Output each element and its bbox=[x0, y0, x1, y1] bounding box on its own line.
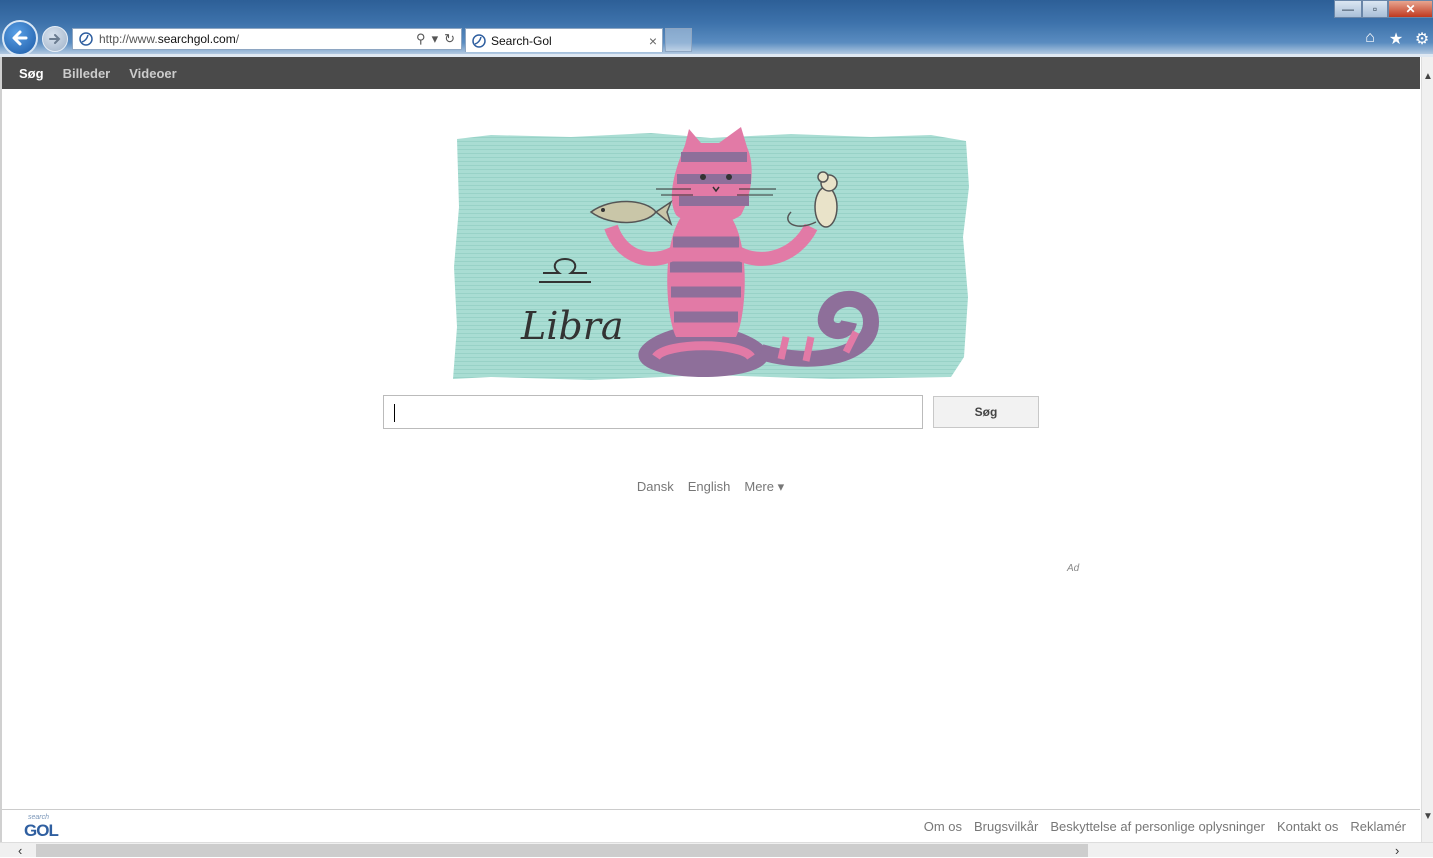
horizontal-scrollbar[interactable]: ‹ › bbox=[0, 842, 1433, 858]
address-bar[interactable]: http://www.searchgol.com/ ⚲ ▾ ↻ bbox=[72, 28, 462, 50]
searchgol-logo[interactable]: search GOL bbox=[24, 814, 66, 840]
scroll-thumb[interactable] bbox=[36, 844, 1088, 857]
scroll-down-icon[interactable]: ▼ bbox=[1422, 811, 1433, 822]
ad-label: Ad bbox=[1067, 563, 1080, 574]
tab-favicon-icon bbox=[472, 33, 486, 48]
maximize-button[interactable]: ▫ bbox=[1362, 0, 1388, 18]
libra-cat-banner: Libra bbox=[453, 127, 969, 380]
libra-caption: Libra bbox=[520, 304, 624, 348]
nav-item-videos[interactable]: Videoer bbox=[129, 66, 176, 81]
forward-button[interactable] bbox=[42, 26, 68, 52]
search-button[interactable]: Søg bbox=[933, 396, 1039, 428]
footer-link-advertise[interactable]: Reklamér bbox=[1350, 819, 1406, 834]
command-icons: ⌂ ★ ⚙ bbox=[1361, 29, 1431, 49]
tab-search-gol[interactable]: Search-Gol × bbox=[465, 28, 663, 52]
back-button[interactable] bbox=[2, 20, 38, 56]
page-left-edge bbox=[0, 57, 2, 842]
tools-gear-icon[interactable]: ⚙ bbox=[1413, 29, 1431, 49]
footer-link-about[interactable]: Om os bbox=[924, 819, 962, 834]
tab-title: Search-Gol bbox=[491, 33, 552, 48]
logo-gol-text: GOL bbox=[24, 821, 59, 840]
vertical-scrollbar[interactable]: ▲ ▼ bbox=[1421, 57, 1433, 842]
footer-link-privacy[interactable]: Beskyttelse af personlige oplysninger bbox=[1050, 819, 1265, 834]
minimize-button[interactable]: — bbox=[1334, 0, 1362, 18]
scroll-right-icon[interactable]: › bbox=[1395, 843, 1399, 858]
language-link-english[interactable]: English bbox=[688, 479, 731, 495]
footer-link-contact[interactable]: Kontakt os bbox=[1277, 819, 1338, 834]
site-favicon-icon bbox=[79, 32, 93, 46]
home-icon[interactable]: ⌂ bbox=[1361, 29, 1379, 49]
dropdown-icon[interactable]: ▾ bbox=[432, 31, 439, 47]
back-arrow-icon bbox=[12, 30, 28, 46]
refresh-icon[interactable]: ↻ bbox=[444, 31, 455, 47]
close-window-button[interactable]: ✕ bbox=[1388, 0, 1433, 18]
tab-close-icon[interactable]: × bbox=[644, 33, 662, 49]
nav-item-images[interactable]: Billeder bbox=[63, 66, 111, 81]
new-tab-button[interactable] bbox=[665, 28, 692, 52]
text-caret bbox=[394, 404, 395, 422]
url-text: http://www.searchgol.com/ bbox=[99, 32, 240, 46]
footer-links: Om os Brugsvilkår Beskyttelse af personl… bbox=[924, 819, 1406, 834]
footer-link-terms[interactable]: Brugsvilkår bbox=[974, 819, 1038, 834]
page-footer: search GOL Om os Brugsvilkår Beskyttelse… bbox=[2, 809, 1420, 842]
scroll-left-icon[interactable]: ‹ bbox=[18, 843, 22, 858]
favorites-icon[interactable]: ★ bbox=[1387, 29, 1405, 49]
search-icon[interactable]: ⚲ bbox=[416, 31, 426, 47]
language-more-dropdown[interactable]: Mere ▾ bbox=[744, 479, 784, 495]
scroll-up-icon[interactable]: ▲ bbox=[1422, 71, 1433, 82]
top-navigation: Søg Billeder Videoer bbox=[2, 57, 1420, 89]
language-links: Dansk English Mere ▾ bbox=[0, 479, 1421, 495]
nav-item-search[interactable]: Søg bbox=[19, 66, 44, 81]
search-input[interactable] bbox=[383, 395, 923, 429]
forward-arrow-icon bbox=[49, 34, 61, 44]
language-link-dansk[interactable]: Dansk bbox=[637, 479, 674, 495]
